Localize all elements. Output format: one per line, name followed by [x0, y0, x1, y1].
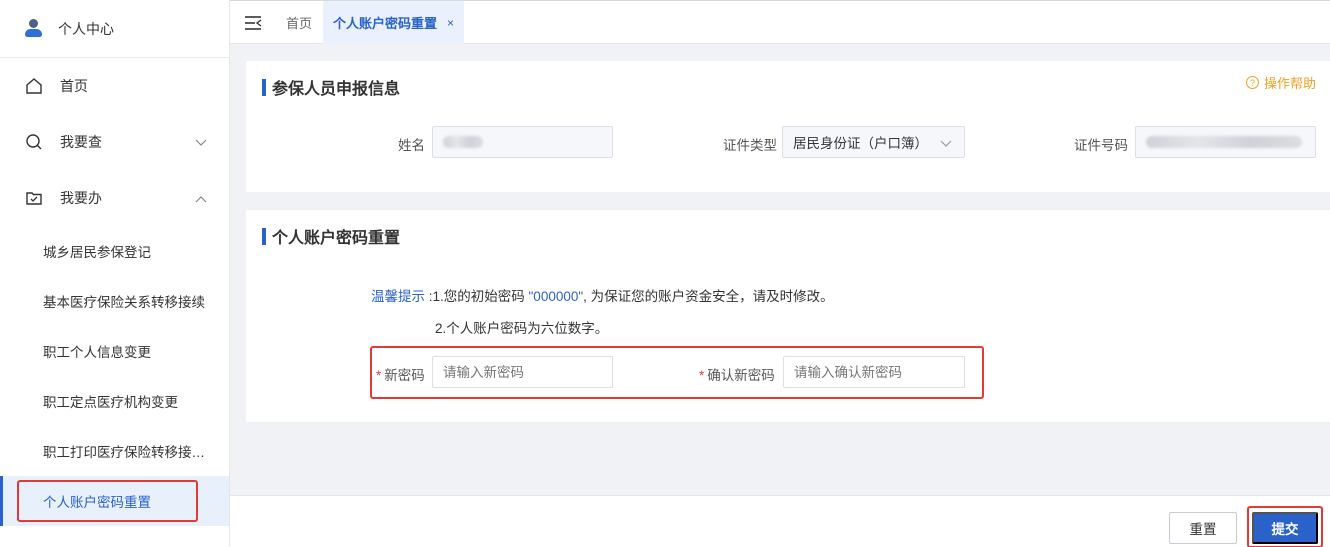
chevron-down-icon — [940, 136, 952, 151]
tab-bar: 首页 个人账户密码重置 × — [230, 0, 1330, 44]
folder-check-icon — [24, 188, 44, 208]
highlight-box-sidebar — [17, 480, 198, 522]
search-icon — [24, 132, 44, 152]
new-password-input[interactable] — [432, 356, 613, 388]
id-type-label: 证件类型 — [723, 138, 777, 153]
sidebar-item-query-label: 我要查 — [60, 134, 102, 150]
name-field — [432, 126, 613, 158]
sidebar-item-home[interactable]: 首页 — [0, 58, 229, 114]
question-icon: ? — [1245, 76, 1259, 89]
reset-button[interactable]: 重置 — [1169, 512, 1237, 544]
chevron-up-icon — [195, 190, 207, 206]
sidebar-item-query[interactable]: 我要查 — [0, 114, 229, 170]
tab-password-reset-label: 个人账户密码重置 — [333, 16, 438, 31]
hint-line-2: 2.个人账户密码为六位数字。 — [435, 321, 609, 336]
name-redacted — [443, 136, 483, 148]
title-accent-bar — [262, 227, 266, 245]
hint-label: 温馨提示 — [371, 289, 425, 304]
user-center[interactable]: 个人中心 — [0, 0, 229, 58]
sub-item-worker-hospital-change[interactable]: 职工定点医疗机构变更 — [0, 376, 229, 426]
id-number-label: 证件号码 — [1074, 138, 1128, 153]
password-reset-card: 个人账户密码重置 温馨提示 :1.您的初始密码 "000000", 为保证您的账… — [246, 210, 1330, 422]
id-type-select[interactable]: 居民身份证（户口簿） — [782, 126, 965, 158]
initial-password-code: "000000" — [528, 289, 584, 304]
password-reset-title: 个人账户密码重置 — [262, 224, 400, 248]
sidebar: 个人中心 首页 我要查 我要办 城乡居民参保登记 基本医疗保险关系转移接续 职工… — [0, 0, 230, 547]
new-password-label: * 新密码 — [376, 368, 425, 383]
insured-info-title: 参保人员申报信息 — [262, 75, 400, 99]
sub-item-worker-print-transfer[interactable]: 职工打印医疗保险转移接续凭证 — [0, 426, 229, 476]
sub-item-resident-enroll[interactable]: 城乡居民参保登记 — [0, 226, 229, 276]
id-number-field — [1135, 126, 1316, 158]
id-number-redacted — [1146, 136, 1302, 148]
menu-collapse-icon[interactable] — [244, 15, 262, 34]
home-icon — [24, 76, 44, 96]
sidebar-item-handle[interactable]: 我要办 — [0, 170, 229, 226]
sub-item-insurance-transfer[interactable]: 基本医疗保险关系转移接续 — [0, 276, 229, 326]
sub-item-worker-info-change[interactable]: 职工个人信息变更 — [0, 326, 229, 376]
insured-info-card: 参保人员申报信息 ? 操作帮助 姓名 证件类型 居民身份证（户口簿） 证件号码 — [246, 61, 1330, 192]
name-label: 姓名 — [398, 138, 425, 153]
footer-actions: 重置 提交 — [230, 495, 1330, 547]
tab-home[interactable]: 首页 — [286, 1, 312, 44]
title-accent-bar — [262, 78, 266, 96]
confirm-password-label: * 确认新密码 — [699, 368, 775, 383]
confirm-password-input[interactable] — [783, 356, 965, 388]
hint-line-1: 温馨提示 :1.您的初始密码 "000000", 为保证您的账户资金安全，请及时… — [371, 289, 834, 304]
id-type-value: 居民身份证（户口簿） — [793, 136, 928, 151]
user-center-label: 个人中心 — [58, 20, 114, 37]
help-link[interactable]: ? 操作帮助 — [1245, 73, 1316, 92]
sidebar-item-handle-label: 我要办 — [60, 190, 102, 206]
sidebar-item-home-label: 首页 — [60, 78, 88, 94]
close-icon[interactable]: × — [447, 16, 454, 30]
highlight-box-submit — [1247, 506, 1323, 547]
avatar-icon — [22, 18, 44, 40]
tab-password-reset[interactable]: 个人账户密码重置 × — [323, 1, 465, 44]
chevron-down-icon — [195, 134, 207, 150]
